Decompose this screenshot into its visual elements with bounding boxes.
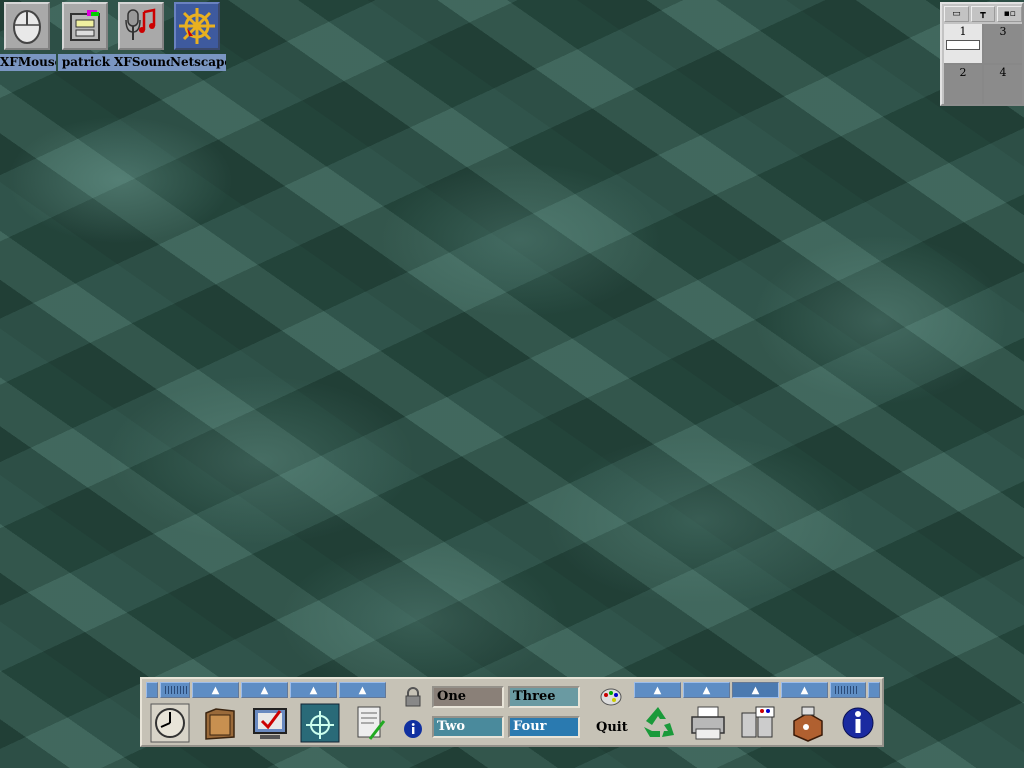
recycle-icon [644,707,674,737]
file-cabinet-icon [62,2,108,50]
pager-desk-4[interactable]: 4 [984,65,1022,104]
quit-button[interactable]: Quit [596,720,628,735]
chevron-up-icon: ▲ [358,684,367,696]
editor-launcher[interactable] [348,701,392,745]
toolbox-launcher[interactable] [786,701,830,745]
chevron-up-icon: ▲ [211,684,220,696]
right-drawer-row: ▲ ▲ ▲ ▲ [634,682,880,698]
pager-window-thumb[interactable] [946,40,980,50]
panel-menu-button[interactable] [868,682,880,698]
desktop-pager: ▭ ┳ ▪▫ 1 3 2 4 [940,2,1024,106]
desktop-icon-label: XFMouse [0,54,56,71]
drawer-toggle-3[interactable]: ▲ [290,682,337,698]
workspace-switcher: One Three Two Four Quit [398,682,630,744]
panel-drag-handle[interactable] [160,682,190,698]
pager-menu-button[interactable]: ▭ [944,6,969,22]
workspace-one-button[interactable]: One [432,686,504,708]
info-icon [842,707,874,739]
palette-icon[interactable] [600,686,622,708]
microphone-icon [118,2,164,50]
file-manager-icon [741,706,775,738]
desktop-icon-label: XFSound [114,54,170,71]
workspace-two-button[interactable]: Two [432,716,504,738]
panel-minimize-button[interactable] [146,682,158,698]
chevron-up-icon: ▲ [653,684,662,696]
desktop-icon-label: patrick [58,54,114,71]
drawer-toggle-5[interactable]: ▲ [634,682,681,698]
printer-icon [691,706,725,740]
pager-desk-2[interactable]: 2 [944,65,982,104]
desktop-icon-label: Netscape [170,54,226,71]
drawer-toggle-7[interactable]: ▲ [732,682,779,698]
toolbox-icon [793,706,823,742]
drawer-toggle-1[interactable]: ▲ [192,682,239,698]
folder-icon [205,708,235,740]
ship-wheel-icon [174,2,220,50]
chevron-up-icon: ▲ [309,684,318,696]
workspace-four-button[interactable]: Four [508,716,580,738]
desktop-icon-xfmouse[interactable]: XFMouse [0,0,56,74]
drawer-toggle-4[interactable]: ▲ [339,682,386,698]
pager-desk-label: 3 [999,25,1007,38]
file-manager-launcher[interactable] [736,701,780,745]
desktop-icon-netscape[interactable]: Netscape [170,0,226,74]
pager-pin-button[interactable]: ┳ [970,6,996,22]
chevron-up-icon: ▲ [800,684,809,696]
help-launcher[interactable] [836,701,880,745]
chevron-up-icon: ▲ [702,684,711,696]
mouse-icon [4,2,50,50]
drawer-toggle-6[interactable]: ▲ [683,682,730,698]
desktop-icon-patrick[interactable]: patrick [58,0,114,74]
browser-launcher[interactable] [298,701,342,745]
pager-desk-label: 2 [959,66,967,79]
pager-desk-3[interactable]: 3 [984,24,1022,63]
clock-launcher[interactable] [148,701,192,745]
pager-desk-label: 4 [999,66,1007,79]
checklist-monitor-icon [253,708,287,739]
pager-titlebar: ▭ ┳ ▪▫ [944,6,1023,22]
desktop-icon-xfsound[interactable]: XFSound [114,0,170,74]
chevron-up-icon: ▲ [260,684,269,696]
ship-wheel-icon [300,703,340,743]
panel-drag-handle[interactable] [830,682,866,698]
drawer-toggle-8[interactable]: ▲ [781,682,828,698]
pager-desk-label: 1 [959,25,967,38]
chevron-up-icon: ▲ [751,684,760,696]
text-editor-icon [357,706,386,740]
clock-icon [150,703,190,743]
drawer-toggle-2[interactable]: ▲ [241,682,288,698]
files-launcher[interactable] [198,701,242,745]
front-panel: ▲ ▲ ▲ ▲ One Three Two Four Quit ▲ ▲ ▲ ▲ [140,677,884,747]
lock-icon[interactable] [402,686,424,708]
trash-launcher[interactable] [636,701,680,745]
left-drawer-row: ▲ ▲ ▲ ▲ [146,682,386,698]
info-icon[interactable] [402,718,424,740]
tasks-launcher[interactable] [248,701,292,745]
printer-launcher[interactable] [686,701,730,745]
pager-desk-1[interactable]: 1 [944,24,982,63]
workspace-three-button[interactable]: Three [508,686,580,708]
pager-toggle-button[interactable]: ▪▫ [997,6,1023,22]
